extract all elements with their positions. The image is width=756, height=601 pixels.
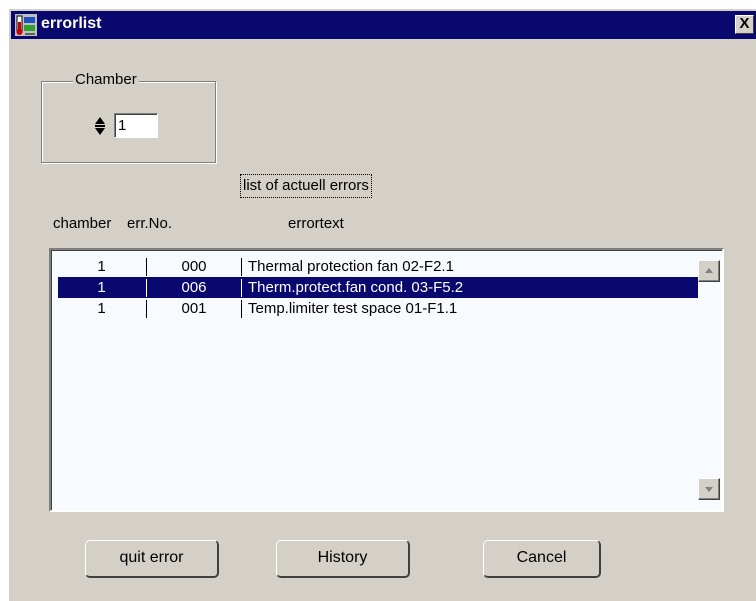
error-listbox[interactable]: 1 000 Thermal protection fan 02-F2.1 1 0… <box>49 248 724 512</box>
column-separator <box>241 279 242 297</box>
column-separator <box>146 279 147 297</box>
column-separator <box>241 300 242 318</box>
history-button[interactable]: History <box>276 540 410 578</box>
title-bar[interactable]: errorlist X <box>11 11 756 39</box>
cell-chamber: 1 <box>97 300 106 317</box>
chamber-input[interactable]: 1 <box>114 113 158 138</box>
cell-errortext: Thermal protection fan 02-F2.1 <box>248 258 454 275</box>
column-header-errortext: errortext <box>288 215 344 232</box>
cell-err-no: 006 <box>181 279 207 296</box>
close-button[interactable]: X <box>735 15 754 34</box>
column-separator <box>146 258 147 276</box>
scroll-up-button[interactable] <box>698 260 720 282</box>
cancel-button[interactable]: Cancel <box>483 540 601 578</box>
column-header-chamber: chamber <box>53 215 112 232</box>
scroll-down-button[interactable] <box>698 478 720 500</box>
spin-up-down-icon[interactable] <box>95 116 105 136</box>
cell-err-no: 000 <box>181 258 207 275</box>
cell-errortext: Temp.limiter test space 01-F1.1 <box>248 300 458 317</box>
arrow-up-icon <box>705 268 713 273</box>
chamber-group-label: Chamber <box>73 71 139 88</box>
errorlist-window: errorlist X Chamber 1 list of actuell er… <box>8 8 756 601</box>
list-item[interactable]: 1 000 Thermal protection fan 02-F2.1 <box>58 256 710 277</box>
error-rows: 1 000 Thermal protection fan 02-F2.1 1 0… <box>58 256 710 319</box>
thermometer-app-icon <box>15 14 37 36</box>
vertical-scrollbar[interactable] <box>698 254 720 506</box>
cell-chamber: 1 <box>97 258 106 275</box>
window-title: errorlist <box>41 15 102 32</box>
cell-errortext: Therm.protect.fan cond. 03-F5.2 <box>248 279 464 296</box>
cell-chamber: 1 <box>97 279 106 296</box>
arrow-down-icon <box>705 487 713 492</box>
column-separator <box>146 300 147 318</box>
cell-err-no: 001 <box>181 300 207 317</box>
list-item[interactable]: 1 001 Temp.limiter test space 01-F1.1 <box>58 298 710 319</box>
list-item-selected[interactable]: 1 006 Therm.protect.fan cond. 03-F5.2 <box>58 277 710 298</box>
quit-error-button[interactable]: quit error <box>85 540 219 578</box>
column-header-err-no: err.No. <box>127 215 173 232</box>
column-separator <box>241 258 242 276</box>
list-caption: list of actuell errors <box>240 174 372 198</box>
